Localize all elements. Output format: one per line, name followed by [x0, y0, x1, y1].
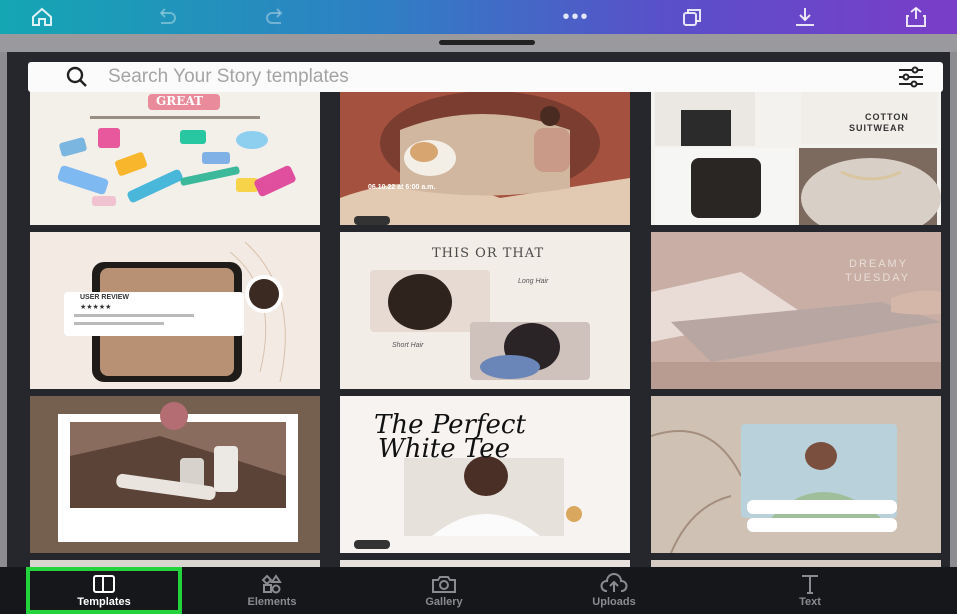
- template-text: White Tee: [378, 434, 510, 464]
- story-photo: [340, 88, 630, 225]
- laptop-photo: [651, 232, 941, 389]
- nav-elements[interactable]: Elements: [210, 567, 334, 614]
- nav-label: Uploads: [592, 596, 636, 608]
- nav-label: Gallery: [425, 596, 463, 608]
- search-icon[interactable]: [66, 66, 88, 88]
- template-card[interactable]: The Perfect White Tee: [340, 396, 630, 553]
- template-text: 06.10.22 at 6:00 a.m.: [368, 184, 436, 191]
- nav-gallery[interactable]: Gallery: [382, 567, 506, 614]
- nav-label: Elements: [247, 596, 297, 608]
- copy-pages-icon[interactable]: [674, 3, 710, 31]
- search-input[interactable]: [108, 66, 808, 88]
- text-icon: [802, 575, 818, 594]
- template-text: Long Hair: [518, 278, 549, 285]
- template-card[interactable]: COTTON SUITWEAR: [651, 88, 941, 225]
- template-card[interactable]: USER REVIEW ★★★★★: [30, 232, 320, 389]
- template-text: THIS OR THAT: [432, 246, 545, 261]
- template-card[interactable]: 06.10.22 at 6:00 a.m.: [340, 88, 630, 225]
- nav-label: Templates: [77, 596, 131, 608]
- redo-icon[interactable]: [258, 3, 294, 31]
- sheet-frame-left: [0, 52, 7, 567]
- template-text: TUESDAY: [845, 272, 911, 284]
- nav-uploads[interactable]: Uploads: [552, 567, 676, 614]
- template-text: ★★★★★: [80, 304, 112, 311]
- template-text: Short Hair: [392, 342, 424, 349]
- cosmetics-illustration: [30, 88, 320, 225]
- template-text: COTTON: [865, 112, 909, 122]
- nav-text[interactable]: Text: [748, 567, 872, 614]
- undo-icon[interactable]: [148, 3, 184, 31]
- gallery-icon: [432, 576, 456, 593]
- share-icon[interactable]: [896, 3, 936, 31]
- template-card[interactable]: [651, 396, 941, 553]
- template-text: GREAT: [156, 94, 203, 108]
- template-search-bar[interactable]: [28, 62, 943, 92]
- editor-toolbar: •••: [0, 0, 957, 34]
- template-card[interactable]: [340, 560, 630, 567]
- template-card[interactable]: [30, 560, 320, 567]
- more-icon[interactable]: •••: [556, 3, 596, 31]
- product-polaroid: [30, 396, 320, 553]
- template-card[interactable]: THIS OR THAT Long Hair Short Hair: [340, 232, 630, 389]
- nav-templates[interactable]: Templates: [26, 567, 182, 614]
- outdoor-portrait: [651, 396, 941, 553]
- template-panel: GREAT 06.10.22 at 6:00 a.m. COTTON SUITW…: [7, 52, 950, 567]
- filter-icon[interactable]: [897, 65, 925, 89]
- more-label: •••: [562, 6, 590, 28]
- fashion-photo-collage: [651, 88, 941, 225]
- sheet-frame-right: [950, 52, 957, 567]
- templates-icon: [93, 575, 115, 593]
- phone-review-mockup: [30, 232, 320, 389]
- template-card[interactable]: [651, 560, 941, 567]
- template-text: DREAMY: [849, 258, 909, 270]
- download-icon[interactable]: [787, 3, 823, 31]
- template-card[interactable]: DREAMY TUESDAY: [651, 232, 941, 389]
- home-icon[interactable]: [24, 3, 60, 31]
- nav-label: Text: [799, 596, 821, 608]
- elements-icon: [261, 574, 282, 594]
- sheet-drag-handle[interactable]: [439, 40, 535, 45]
- uploads-icon: [600, 573, 628, 592]
- template-card[interactable]: [30, 396, 320, 553]
- bottom-navigation: Templates Elements Gallery Uploads Text: [0, 567, 957, 614]
- template-text: SUITWEAR: [849, 123, 905, 133]
- template-text: USER REVIEW: [80, 294, 130, 301]
- template-card[interactable]: GREAT: [30, 88, 320, 225]
